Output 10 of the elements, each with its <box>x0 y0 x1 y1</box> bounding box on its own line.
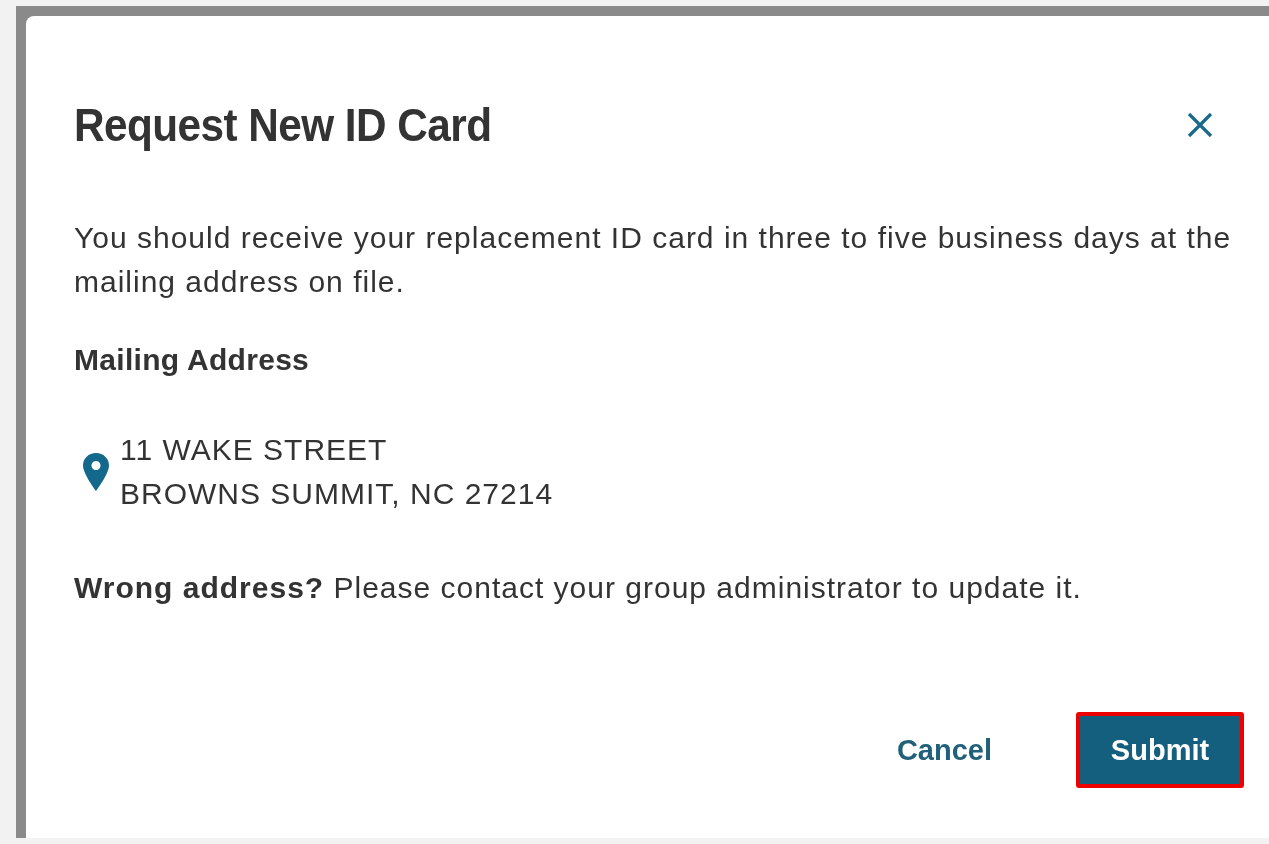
dialog-title: Request New ID Card <box>74 100 492 150</box>
note-text: Wrong address? Please contact your group administrator to update it. <box>74 570 1083 606</box>
location-pin-icon <box>82 452 110 492</box>
section-heading: Mailing Address <box>74 342 311 378</box>
submit-button[interactable]: Submit <box>1076 712 1244 788</box>
message-text: You should receive your replacement ID card in three to five business days at the mailing address on file. <box>74 220 1233 300</box>
address-line: BROWNS SUMMIT, NC 27214 <box>120 476 554 512</box>
address-line: 11 WAKE STREET <box>120 432 389 468</box>
cancel-button[interactable]: Cancel <box>882 721 1006 779</box>
close-button[interactable] <box>1186 111 1214 139</box>
